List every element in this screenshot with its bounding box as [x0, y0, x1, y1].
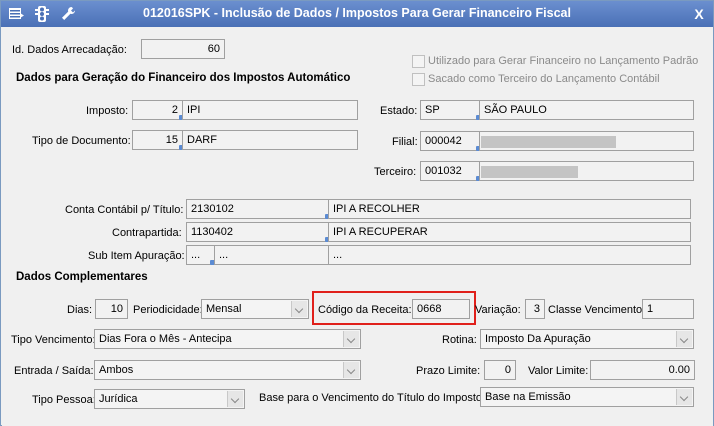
contrapartida-code-field[interactable]: 1130402	[186, 222, 329, 242]
contrapartida-label: Contrapartida:	[112, 227, 182, 239]
title-bar: 012016SPK - Inclusão de Dados / Impostos…	[1, 1, 713, 27]
chevron-down-icon[interactable]	[291, 301, 307, 317]
dias-label: Dias:	[67, 304, 93, 316]
chevron-down-icon[interactable]	[343, 331, 359, 347]
tipo-documento-code-field[interactable]: 15	[132, 130, 183, 150]
section-auto-title: Dados para Geração do Financeiro dos Imp…	[16, 72, 351, 84]
tipo-vencimento-label: Tipo Vencimento:	[11, 334, 96, 346]
periodicidade-select[interactable]: Mensal	[201, 299, 309, 319]
gerar-financeiro-label: Utilizado para Gerar Financeiro no Lança…	[428, 55, 699, 67]
highlight-box	[312, 291, 476, 325]
chevron-down-icon[interactable]	[227, 391, 243, 407]
periodicidade-value: Mensal	[206, 303, 242, 315]
rotina-label: Rotina:	[442, 334, 477, 346]
entrada-saida-value: Ambos	[99, 364, 134, 376]
imposto-label: Imposto:	[86, 105, 129, 117]
classe-vencimento-field[interactable]: 1	[642, 299, 694, 319]
sub-item-desc-field: ...	[328, 245, 691, 265]
conta-contabil-desc-field: IPI A RECOLHER	[328, 199, 691, 219]
terceiro-label: Terceiro:	[374, 166, 417, 178]
valor-limite-label: Valor Limite:	[528, 365, 589, 377]
redacted-block	[481, 166, 578, 178]
periodicidade-label: Periodicidade:	[133, 304, 203, 316]
prazo-limite-field[interactable]: 0	[484, 360, 516, 380]
valor-limite-field[interactable]: 0.00	[590, 360, 695, 380]
window-title: 012016SPK - Inclusão de Dados / Impostos…	[143, 6, 571, 20]
estado-desc-field: SÃO PAULO	[479, 100, 694, 120]
classe-vencimento-label: Classe Vencimento:	[548, 304, 646, 316]
tipo-vencimento-select[interactable]: Dias Fora o Mês - Antecipa	[94, 329, 361, 349]
chevron-down-icon[interactable]	[343, 362, 359, 378]
gerar-financeiro-checkbox[interactable]	[412, 55, 425, 68]
sub-item-mid-field[interactable]: ...	[214, 245, 330, 265]
estado-code-field[interactable]: SP	[420, 100, 480, 120]
terceiro-code-field[interactable]: 001032	[420, 161, 480, 181]
dias-field[interactable]: 10	[95, 299, 128, 319]
estado-label: Estado:	[380, 105, 418, 117]
entrada-saida-select[interactable]: Ambos	[94, 360, 361, 380]
variacao-field[interactable]: 3	[525, 299, 545, 319]
tipo-documento-label: Tipo de Documento:	[32, 135, 131, 147]
base-vencimento-label: Base para o Vencimento do Título do Impo…	[259, 392, 486, 404]
id-dados-field[interactable]: 60	[141, 39, 225, 59]
tipo-pessoa-select[interactable]: Jurídica	[94, 389, 245, 409]
imposto-desc-field: IPI	[182, 100, 358, 120]
form-area: Id. Dados Arrecadação: 60 Utilizado para…	[2, 28, 713, 426]
tipo-documento-desc-field: DARF	[182, 130, 358, 150]
entrada-saida-label: Entrada / Saída:	[14, 365, 94, 377]
prazo-limite-label: Prazo Limite:	[416, 365, 481, 377]
rotina-value: Imposto Da Apuração	[485, 333, 591, 345]
imposto-code-field[interactable]: 2	[132, 100, 183, 120]
sacado-terceiro-checkbox[interactable]	[412, 73, 425, 86]
filial-label: Filial:	[392, 136, 418, 148]
id-dados-label: Id. Dados Arrecadação:	[12, 44, 127, 56]
main-window: 012016SPK - Inclusão de Dados / Impostos…	[0, 0, 714, 426]
section-comp-title: Dados Complementares	[16, 271, 148, 283]
filial-code-field[interactable]: 000042	[420, 131, 480, 151]
conta-contabil-label: Conta Contábil p/ Título:	[65, 204, 184, 216]
chevron-down-icon[interactable]	[676, 331, 692, 347]
sub-item-label: Sub Item Apuração:	[88, 250, 185, 262]
rotina-select[interactable]: Imposto Da Apuração	[480, 329, 694, 349]
close-button[interactable]: X	[689, 5, 709, 23]
sacado-terceiro-label: Sacado como Terceiro do Lançamento Contá…	[428, 73, 660, 85]
variacao-label: Variação:	[475, 304, 521, 316]
conta-contabil-code-field[interactable]: 2130102	[186, 199, 329, 219]
tipo-pessoa-value: Jurídica	[99, 393, 138, 405]
base-vencimento-select[interactable]: Base na Emissão	[480, 387, 694, 407]
tipo-pessoa-label: Tipo Pessoa:	[32, 394, 96, 406]
contrapartida-desc-field: IPI A RECUPERAR	[328, 222, 691, 242]
tipo-vencimento-value: Dias Fora o Mês - Antecipa	[99, 333, 232, 345]
chevron-down-icon[interactable]	[676, 389, 692, 405]
redacted-block	[481, 136, 616, 148]
base-vencimento-value: Base na Emissão	[485, 391, 571, 403]
